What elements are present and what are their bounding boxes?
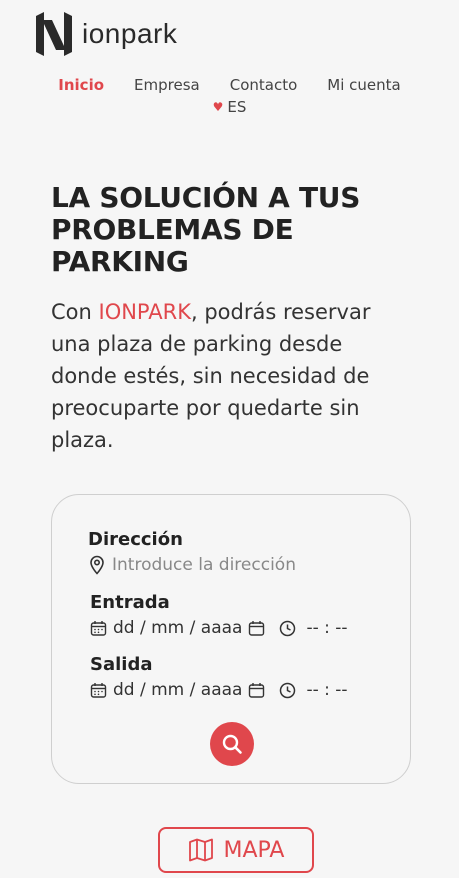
- clock-icon[interactable]: [279, 682, 296, 699]
- map-button-label: MAPA: [223, 837, 285, 863]
- search-card: Dirección Introduce la dirección Entrada…: [51, 494, 411, 784]
- logo-mark-icon: [36, 12, 72, 56]
- search-icon: [222, 734, 242, 754]
- hero-brand-word: IONPARK: [98, 300, 191, 324]
- hero-title: LA SOLUCIÓN A TUS PROBLEMAS DE PARKING: [51, 181, 361, 278]
- clock-icon[interactable]: [279, 620, 296, 637]
- location-pin-icon: [88, 555, 106, 575]
- address-field[interactable]: Introduce la dirección: [88, 555, 296, 575]
- exit-date-input[interactable]: dd / mm / aaaa: [113, 680, 242, 700]
- nav-item-contacto[interactable]: Contacto: [230, 76, 298, 94]
- exit-label: Salida: [90, 654, 153, 675]
- calendar-icon[interactable]: [90, 620, 107, 637]
- entry-label: Entrada: [90, 592, 170, 613]
- language-selector[interactable]: ♥ ES: [0, 98, 459, 116]
- map-icon: [188, 838, 213, 862]
- search-button[interactable]: [210, 722, 254, 766]
- main-nav: Inicio Empresa Contacto Mi cuenta ♥ ES: [0, 76, 459, 116]
- calendar-picker-icon[interactable]: [248, 620, 265, 637]
- exit-time-input[interactable]: -- : --: [306, 680, 347, 700]
- calendar-icon[interactable]: [90, 682, 107, 699]
- language-label: ES: [227, 98, 247, 116]
- nav-item-empresa[interactable]: Empresa: [134, 76, 200, 94]
- logo-text: ionpark: [82, 18, 178, 49]
- heart-icon: ♥: [212, 100, 224, 114]
- address-label: Dirección: [88, 529, 183, 550]
- nav-item-mi-cuenta[interactable]: Mi cuenta: [327, 76, 400, 94]
- entry-datetime: dd / mm / aaaa -- : --: [90, 618, 348, 638]
- entry-date-input[interactable]: dd / mm / aaaa: [113, 618, 242, 638]
- address-input[interactable]: Introduce la dirección: [112, 555, 296, 575]
- map-button[interactable]: MAPA: [158, 827, 314, 873]
- exit-datetime: dd / mm / aaaa -- : --: [90, 680, 348, 700]
- nav-item-inicio[interactable]: Inicio: [58, 76, 104, 94]
- entry-time-input[interactable]: -- : --: [306, 618, 347, 638]
- calendar-picker-icon[interactable]: [248, 682, 265, 699]
- logo[interactable]: ionpark: [34, 12, 177, 56]
- hero-text-before: Con: [51, 300, 99, 324]
- hero-description: Con IONPARK, podrás reservar una plaza d…: [51, 296, 411, 456]
